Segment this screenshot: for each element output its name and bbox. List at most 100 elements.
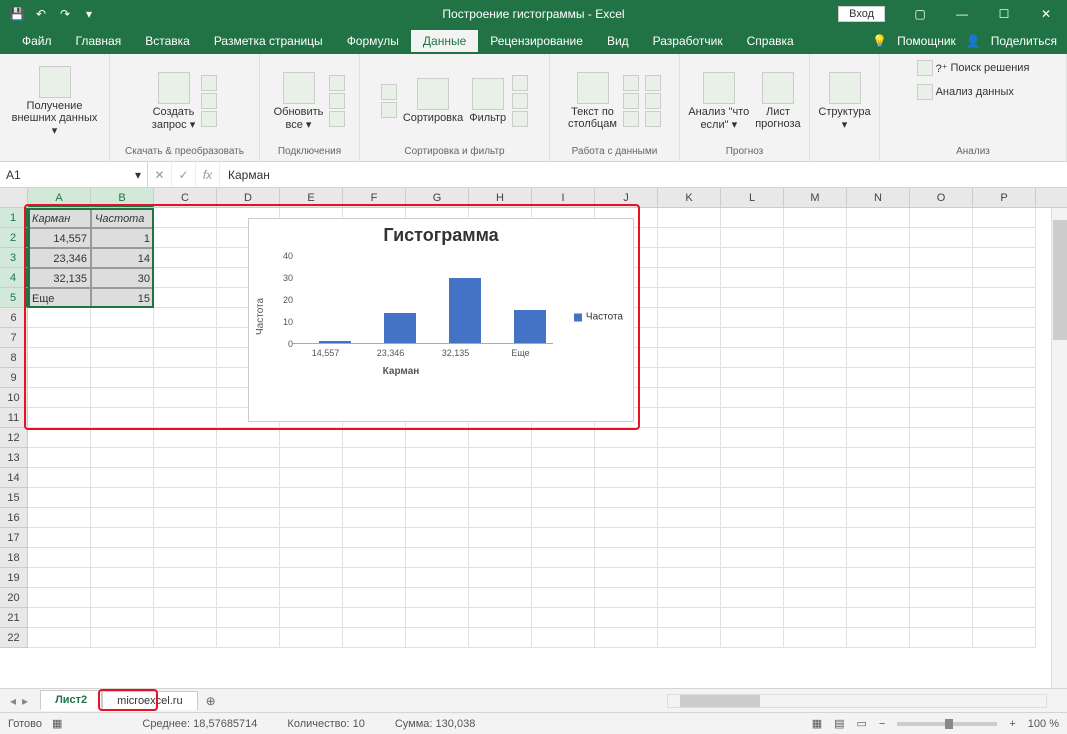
zoom-level[interactable]: 100 %	[1028, 718, 1059, 730]
cell[interactable]	[721, 428, 784, 448]
col-header-j[interactable]: J	[595, 188, 658, 207]
cell[interactable]	[658, 228, 721, 248]
cell[interactable]	[154, 388, 217, 408]
cell[interactable]	[154, 228, 217, 248]
cell[interactable]	[28, 408, 91, 428]
row-header-20[interactable]: 20	[0, 588, 28, 608]
properties-icon[interactable]	[329, 93, 345, 109]
cell[interactable]	[406, 608, 469, 628]
cell[interactable]	[973, 428, 1036, 448]
cell[interactable]	[910, 608, 973, 628]
cell[interactable]	[910, 268, 973, 288]
cell[interactable]	[847, 448, 910, 468]
sort-za-icon[interactable]	[381, 102, 397, 118]
cell[interactable]	[28, 528, 91, 548]
cell[interactable]	[910, 428, 973, 448]
row-header-1[interactable]: 1	[0, 208, 28, 228]
cell[interactable]	[406, 488, 469, 508]
forecast-sheet-button[interactable]: Лист прогноза	[755, 72, 800, 130]
edit-links-icon[interactable]	[329, 111, 345, 127]
manage-model-icon[interactable]	[645, 111, 661, 127]
select-all-corner[interactable]	[0, 188, 28, 207]
cell[interactable]	[973, 208, 1036, 228]
cell[interactable]	[28, 468, 91, 488]
cell[interactable]	[154, 528, 217, 548]
cell[interactable]	[154, 348, 217, 368]
cell[interactable]	[973, 368, 1036, 388]
cell[interactable]	[784, 308, 847, 328]
cell[interactable]: 15	[91, 288, 154, 308]
cell[interactable]	[28, 368, 91, 388]
cell[interactable]	[469, 588, 532, 608]
cell[interactable]	[469, 548, 532, 568]
cell[interactable]	[91, 468, 154, 488]
cell[interactable]	[973, 248, 1036, 268]
cell[interactable]: 14,557	[28, 228, 91, 248]
cell[interactable]	[406, 548, 469, 568]
cell[interactable]: Частота	[91, 208, 154, 228]
cell[interactable]	[343, 528, 406, 548]
cell[interactable]	[532, 508, 595, 528]
zoom-thumb[interactable]	[945, 719, 953, 729]
cell[interactable]	[910, 448, 973, 468]
cell[interactable]	[154, 448, 217, 468]
cell[interactable]: Карман	[28, 208, 91, 228]
cell[interactable]	[28, 628, 91, 648]
whatif-button[interactable]: Анализ "что если" ▾	[688, 72, 749, 131]
cell[interactable]	[721, 528, 784, 548]
cell[interactable]	[91, 568, 154, 588]
cell[interactable]	[658, 588, 721, 608]
get-external-data-button[interactable]: Получение внешних данных ▾	[8, 66, 101, 137]
cell[interactable]	[721, 228, 784, 248]
cell[interactable]	[91, 548, 154, 568]
connections-icon[interactable]	[329, 75, 345, 91]
cell[interactable]	[784, 468, 847, 488]
accept-formula-icon[interactable]: ✓	[172, 162, 196, 187]
cell[interactable]	[721, 628, 784, 648]
from-table-icon[interactable]	[201, 93, 217, 109]
advanced-filter-icon[interactable]	[512, 111, 528, 127]
cell[interactable]	[280, 568, 343, 588]
cell[interactable]	[721, 208, 784, 228]
cell[interactable]: 1	[91, 228, 154, 248]
cell[interactable]	[910, 348, 973, 368]
cell[interactable]	[28, 388, 91, 408]
cell[interactable]	[406, 508, 469, 528]
col-header-e[interactable]: E	[280, 188, 343, 207]
row-header-6[interactable]: 6	[0, 308, 28, 328]
filter-button[interactable]: Фильтр	[469, 78, 506, 124]
cell[interactable]	[658, 208, 721, 228]
cell[interactable]	[154, 208, 217, 228]
cell[interactable]	[784, 368, 847, 388]
cell[interactable]	[28, 608, 91, 628]
text-to-columns-button[interactable]: Текст по столбцам	[568, 72, 617, 130]
col-header-i[interactable]: I	[532, 188, 595, 207]
undo-icon[interactable]: ↶	[32, 5, 50, 23]
row-header-15[interactable]: 15	[0, 488, 28, 508]
cell[interactable]	[784, 228, 847, 248]
cell[interactable]	[154, 268, 217, 288]
cell[interactable]	[343, 428, 406, 448]
sheet-tab-active[interactable]: Лист2	[40, 690, 102, 711]
cell[interactable]	[469, 568, 532, 588]
tab-data[interactable]: Данные	[411, 30, 478, 52]
cell[interactable]	[28, 548, 91, 568]
cell[interactable]	[154, 548, 217, 568]
cell[interactable]	[847, 308, 910, 328]
row-header-14[interactable]: 14	[0, 468, 28, 488]
cell[interactable]	[280, 588, 343, 608]
cell[interactable]	[91, 448, 154, 468]
row-header-13[interactable]: 13	[0, 448, 28, 468]
col-header-b[interactable]: B	[91, 188, 154, 207]
cell[interactable]	[343, 508, 406, 528]
view-normal-icon[interactable]: ▦	[812, 717, 822, 730]
row-header-17[interactable]: 17	[0, 528, 28, 548]
cell[interactable]	[721, 388, 784, 408]
cell[interactable]	[847, 428, 910, 448]
cell[interactable]	[784, 288, 847, 308]
cell[interactable]	[91, 608, 154, 628]
row-header-16[interactable]: 16	[0, 508, 28, 528]
tab-file[interactable]: Файл	[10, 30, 64, 52]
cell[interactable]	[91, 388, 154, 408]
cell[interactable]	[973, 408, 1036, 428]
